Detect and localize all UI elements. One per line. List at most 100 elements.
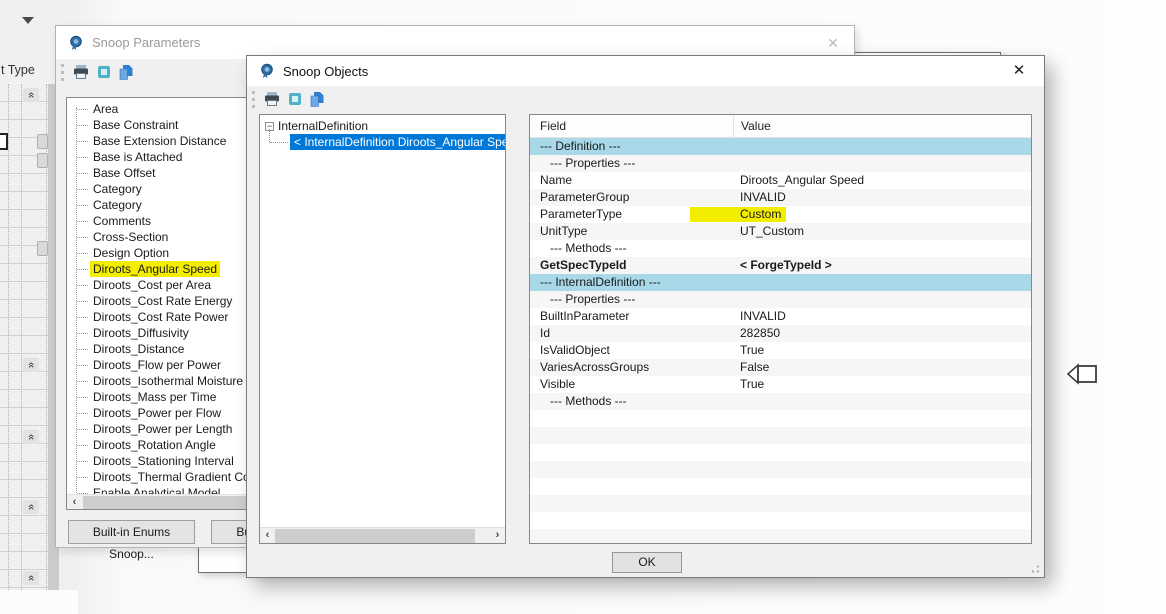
collapse-chevron-icon[interactable]: «: [23, 88, 39, 102]
field-cell: --- Properties ---: [530, 155, 733, 172]
table-row[interactable]: VariesAcrossGroupsFalse: [530, 359, 1031, 376]
value-cell: Diroots_Angular Speed: [733, 172, 1031, 189]
table-row[interactable]: ParameterTypeCustom: [530, 206, 1031, 223]
tree-root-item[interactable]: − InternalDefinition: [260, 118, 368, 134]
table-row[interactable]: --- Methods ---: [530, 240, 1031, 257]
value-column-header[interactable]: Value: [733, 115, 1031, 137]
tree-dash: [77, 157, 88, 158]
window-title: Snoop Objects: [283, 64, 368, 79]
ok-button[interactable]: OK: [612, 552, 682, 573]
table-row[interactable]: BuiltInParameterINVALID: [530, 308, 1031, 325]
tree-dash: [77, 477, 88, 478]
table-row[interactable]: --- Properties ---: [530, 291, 1031, 308]
table-row[interactable]: VisibleTrue: [530, 376, 1031, 393]
copy-icon[interactable]: [119, 65, 133, 80]
table-row[interactable]: ParameterGroupINVALID: [530, 189, 1031, 206]
field-column-header[interactable]: Field: [530, 115, 733, 137]
value-cell: [733, 240, 1031, 257]
cell-button[interactable]: [37, 134, 48, 149]
list-item-label: Diroots_Mass per Time: [90, 389, 219, 405]
tree-dash: [77, 109, 88, 110]
table-row-empty: [530, 478, 1031, 495]
field-cell: Id: [530, 325, 733, 342]
table-row[interactable]: IsValidObjectTrue: [530, 342, 1031, 359]
list-item-label: Diroots_Cost per Area: [90, 277, 214, 293]
collapse-chevron-icon[interactable]: «: [23, 358, 39, 372]
collapse-chevron-icon[interactable]: «: [23, 430, 39, 444]
list-item-label: Category: [90, 181, 145, 197]
scroll-left-icon[interactable]: ‹: [260, 528, 275, 543]
list-item-label: Base Extension Distance: [90, 133, 229, 149]
window-title: Snoop Parameters: [92, 35, 200, 50]
tree-dash: [77, 397, 88, 398]
tree-dash: [77, 205, 88, 206]
edit-type-label: t Type: [1, 63, 35, 77]
table-row[interactable]: --- InternalDefinition ---: [530, 274, 1031, 291]
tree-dash: [77, 237, 88, 238]
field-cell: Visible: [530, 376, 733, 393]
scroll-left-icon[interactable]: ‹: [67, 495, 82, 510]
table-row[interactable]: GetSpecTypeId< ForgeTypeId >: [530, 257, 1031, 274]
table-header: Field Value: [530, 115, 1031, 138]
list-item-label: Comments: [90, 213, 154, 229]
cell-button[interactable]: [37, 241, 48, 256]
table-row-empty: [530, 427, 1031, 444]
tree-dash: [77, 349, 88, 350]
value-cell: [733, 274, 1031, 291]
print-preview-icon[interactable]: [98, 66, 110, 78]
list-item-label: Diroots_Diffusivity: [90, 325, 192, 341]
cell-button[interactable]: [37, 153, 48, 168]
title-bar[interactable]: Snoop Objects ✕: [247, 56, 1044, 86]
table-row[interactable]: --- Properties ---: [530, 155, 1031, 172]
grid-line: [8, 84, 9, 590]
tree-dash: [77, 381, 88, 382]
copy-icon[interactable]: [310, 92, 324, 107]
close-icon[interactable]: ✕: [820, 33, 846, 53]
object-tree-panel[interactable]: − InternalDefinition < InternalDefinitio…: [259, 114, 506, 544]
field-cell: Name: [530, 172, 733, 189]
snoop-objects-dialog: Snoop Objects ✕ − InternalDefinition < I…: [246, 55, 1045, 578]
tree-dash: [77, 365, 88, 366]
table-row-empty: [530, 495, 1031, 512]
print-icon[interactable]: [264, 92, 280, 106]
tree-dash: [77, 173, 88, 174]
print-preview-icon[interactable]: [289, 93, 301, 105]
table-row[interactable]: NameDiroots_Angular Speed: [530, 172, 1031, 189]
background-area: [0, 590, 78, 614]
table-row[interactable]: UnitTypeUT_Custom: [530, 223, 1031, 240]
toolbar-grip: [61, 64, 64, 81]
scroll-right-icon[interactable]: ›: [490, 528, 505, 543]
field-cell: IsValidObject: [530, 342, 733, 359]
table-row[interactable]: --- Definition ---: [530, 138, 1031, 155]
field-value-table[interactable]: Field Value --- Definition ------ Proper…: [529, 114, 1032, 544]
list-item-label: Diroots_Thermal Gradient Coeffi: [90, 469, 269, 485]
list-item-label: Diroots_Cost Rate Energy: [90, 293, 235, 309]
value-cell: < ForgeTypeId >: [733, 257, 1031, 274]
value-cell: False: [733, 359, 1031, 376]
close-icon[interactable]: ✕: [1006, 61, 1032, 81]
print-icon[interactable]: [73, 65, 89, 79]
table-row[interactable]: --- Methods ---: [530, 393, 1031, 410]
dropdown-caret-icon[interactable]: [22, 17, 34, 24]
list-item-label: Diroots_Cost Rate Power: [90, 309, 231, 325]
collapse-chevron-icon[interactable]: «: [23, 500, 39, 514]
built-in-enums-snoop-button[interactable]: Built-in Enums Snoop...: [68, 520, 195, 544]
table-row[interactable]: Id282850: [530, 325, 1031, 342]
scrollbar-thumb[interactable]: [275, 529, 475, 543]
list-item-label: Cross-Section: [90, 229, 171, 245]
list-item-label: Diroots_Isothermal Moisture Cap: [90, 373, 271, 389]
revitlookup-badge-icon: [68, 35, 84, 51]
collapse-chevron-icon[interactable]: «: [23, 571, 39, 585]
value-cell: INVALID: [733, 189, 1031, 206]
resize-grip-icon[interactable]: [1031, 565, 1039, 573]
table-row-empty: [530, 529, 1031, 544]
tree-selected-item[interactable]: < InternalDefinition Diroots_Angular Spe…: [290, 134, 506, 150]
value-cell: INVALID: [733, 308, 1031, 325]
value-cell: [733, 155, 1031, 172]
toolbar-grip: [252, 91, 255, 108]
field-cell: GetSpecTypeId: [530, 257, 733, 274]
list-item-label: Diroots_Stationing Interval: [90, 453, 237, 469]
horizontal-scrollbar[interactable]: ‹ ›: [260, 527, 505, 543]
field-cell: ParameterGroup: [530, 189, 733, 206]
list-item-label: Category: [90, 197, 145, 213]
